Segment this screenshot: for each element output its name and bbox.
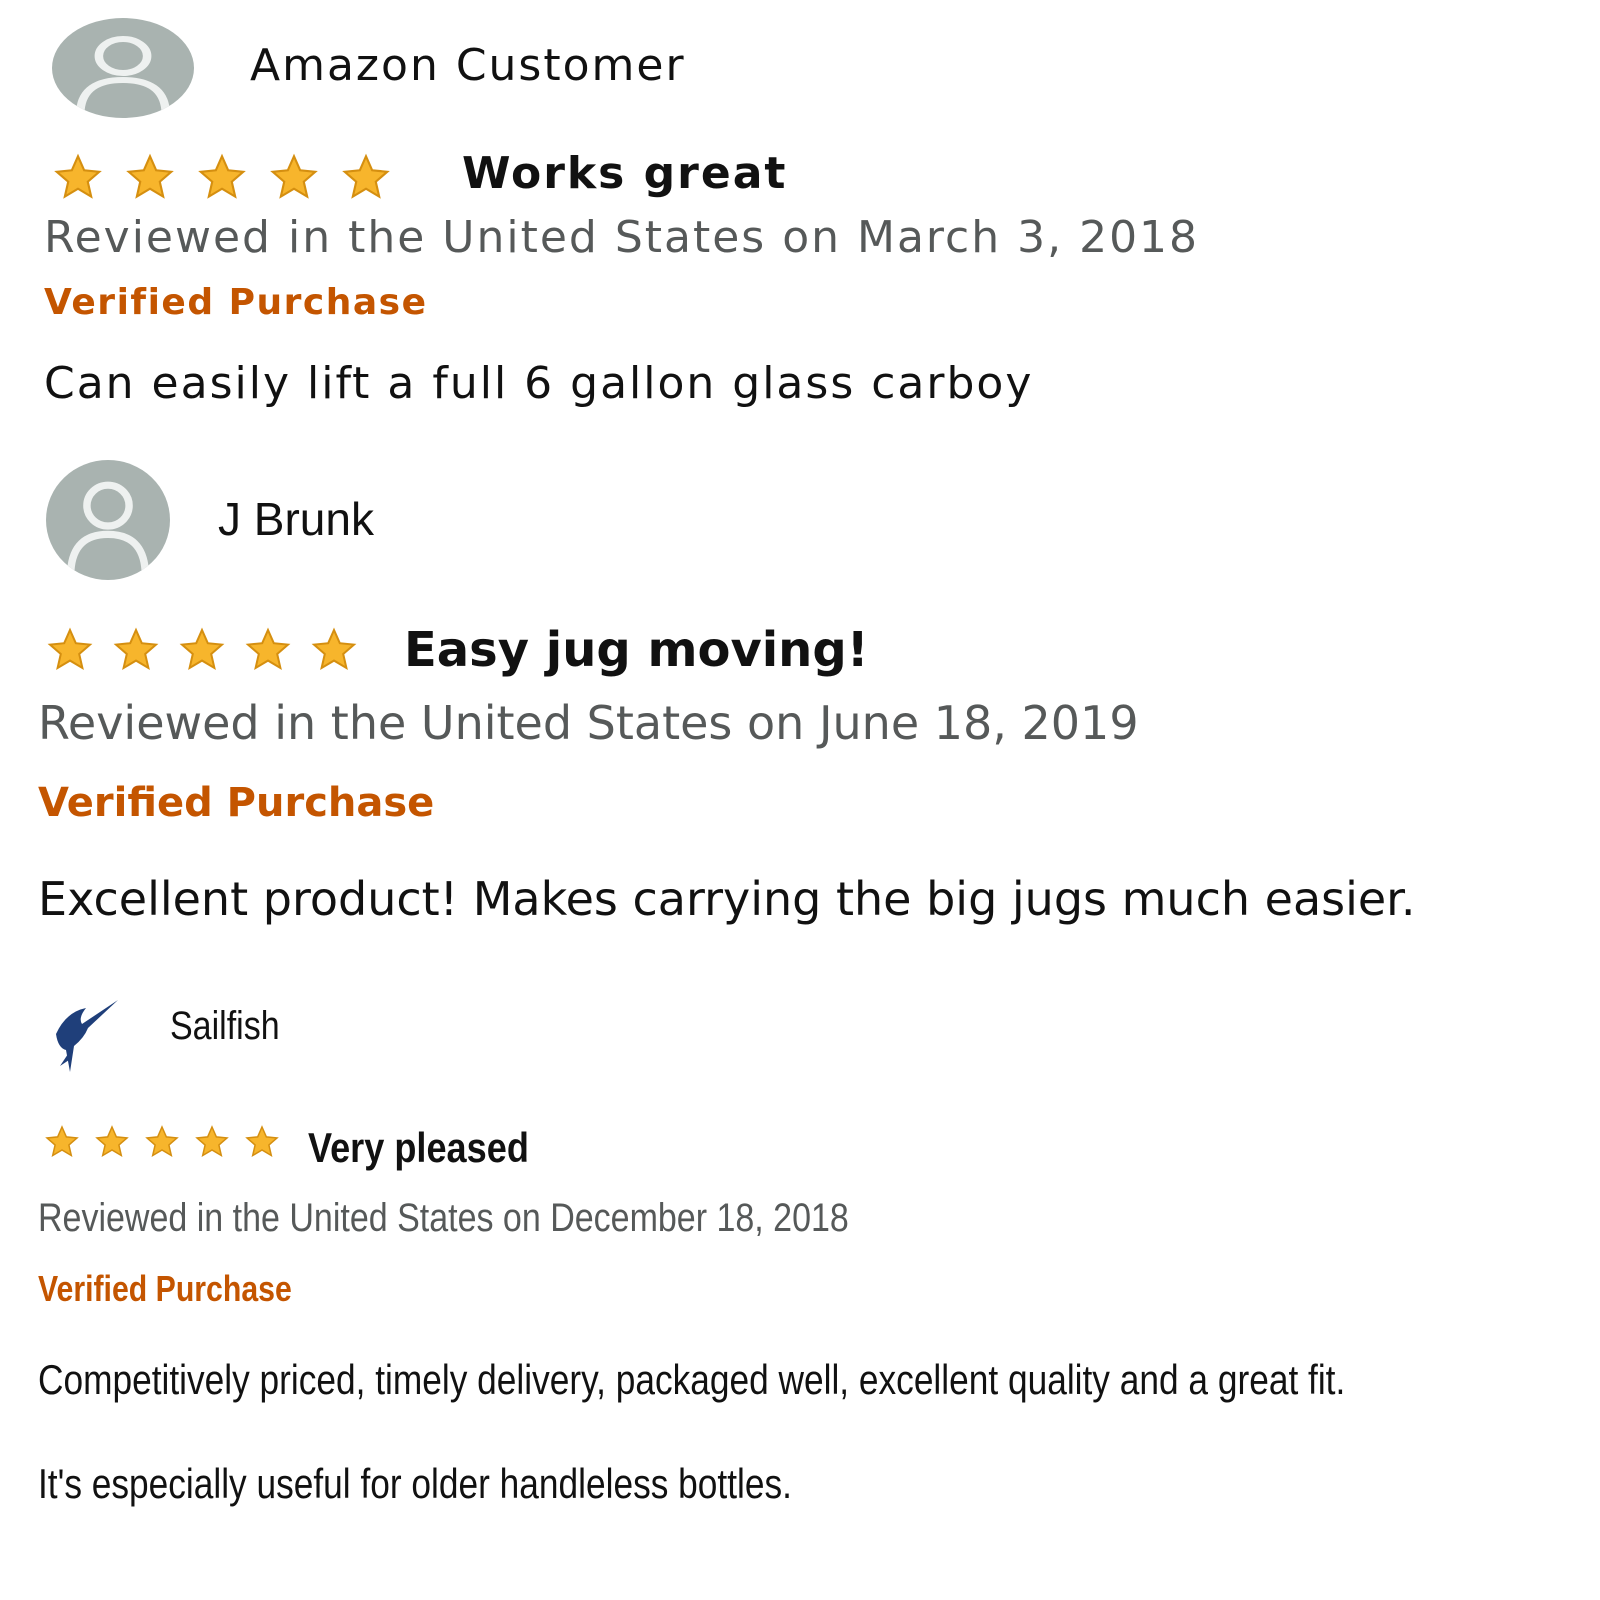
star-icon: [245, 627, 291, 671]
sailfish-icon[interactable]: [48, 994, 128, 1076]
default-user-avatar-icon[interactable]: [52, 18, 194, 118]
review-title[interactable]: Works great: [462, 148, 787, 199]
verified-purchase-badge[interactable]: Verified Purchase: [38, 1268, 292, 1310]
star-icon: [198, 153, 246, 199]
star-icon: [47, 627, 93, 671]
star-rating[interactable]: [44, 152, 400, 203]
reviewer-name[interactable]: J Brunk: [218, 492, 374, 546]
star-rating[interactable]: [38, 1124, 286, 1160]
default-user-avatar-icon[interactable]: [46, 460, 170, 580]
star-icon: [54, 153, 102, 199]
review-date: Reviewed in the United States on March 3…: [44, 212, 1200, 263]
star-icon: [342, 153, 390, 199]
review-body: It's especially useful for older handlel…: [38, 1460, 792, 1507]
star-rating[interactable]: [38, 626, 366, 674]
reviewer-name[interactable]: Amazon Customer: [250, 40, 686, 91]
reviewer-name[interactable]: Sailfish: [170, 1004, 280, 1049]
star-icon: [179, 627, 225, 671]
star-icon: [245, 1125, 279, 1158]
review-date: Reviewed in the United States on Decembe…: [38, 1196, 849, 1240]
star-icon: [45, 1125, 79, 1158]
star-icon: [126, 153, 174, 199]
star-icon: [113, 627, 159, 671]
review-body: Excellent product! Makes carrying the bi…: [38, 872, 1416, 926]
review-date: Reviewed in the United States on June 18…: [38, 696, 1139, 750]
review-body: Competitively priced, timely delivery, p…: [38, 1356, 1346, 1403]
star-icon: [95, 1125, 129, 1158]
review-title[interactable]: Very pleased: [308, 1124, 529, 1172]
review-body: Can easily lift a full 6 gallon glass ca…: [44, 358, 1034, 409]
star-icon: [145, 1125, 179, 1158]
verified-purchase-badge[interactable]: Verified Purchase: [38, 780, 434, 826]
star-icon: [311, 627, 357, 671]
review-title[interactable]: Easy jug moving!: [404, 622, 869, 678]
star-icon: [195, 1125, 229, 1158]
verified-purchase-badge[interactable]: Verified Purchase: [44, 282, 428, 323]
star-icon: [270, 153, 318, 199]
